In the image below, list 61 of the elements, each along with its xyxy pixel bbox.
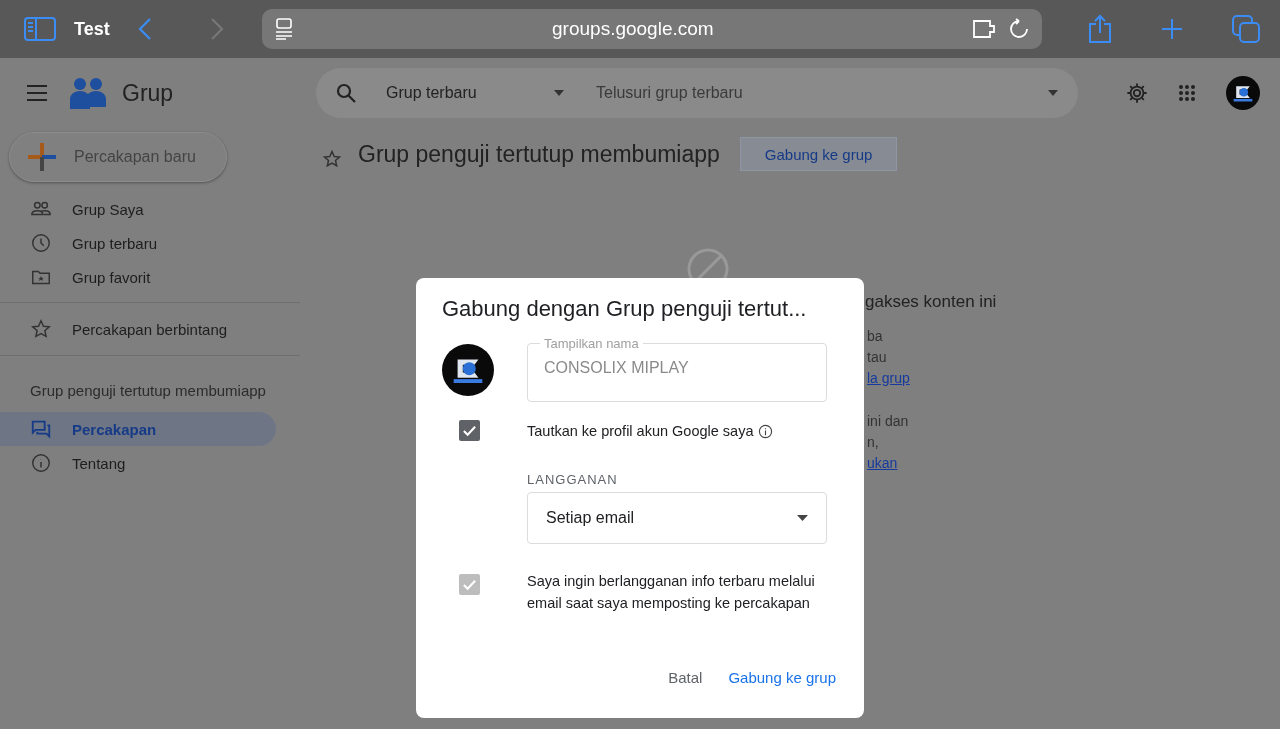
new-tab-icon[interactable] <box>1160 17 1184 41</box>
dropdown-caret-icon[interactable] <box>1048 90 1058 96</box>
notice-text: ba <box>866 327 883 346</box>
notice-heading: gakses konten ini <box>865 292 997 312</box>
app-title: Grup <box>122 79 174 107</box>
account-avatar[interactable] <box>1226 76 1260 110</box>
sidebar-toggle-icon[interactable] <box>24 17 56 41</box>
tabs-icon[interactable] <box>1232 15 1260 43</box>
link[interactable]: la grup <box>865 368 910 389</box>
new-conversation-button[interactable]: Percakapan baru <box>9 132 227 182</box>
link[interactable]: ukan <box>865 453 898 474</box>
search-icon <box>336 83 356 103</box>
nav-item[interactable]: Percakapan berbintang <box>0 311 276 347</box>
chat-icon <box>30 418 52 440</box>
dropdown-caret-icon[interactable] <box>554 90 564 96</box>
nav-item[interactable]: Grup favorit <box>0 260 276 294</box>
info-icon[interactable] <box>757 423 773 439</box>
share-icon[interactable] <box>1088 14 1112 44</box>
nav-item[interactable]: Tentang <box>0 446 276 480</box>
notice-text: n, <box>866 433 879 452</box>
join-button[interactable]: Gabung ke grup <box>720 663 844 692</box>
plus-icon <box>28 143 56 171</box>
star-icon[interactable] <box>322 149 342 169</box>
url-text: groups.google.com <box>551 18 715 40</box>
nav-item[interactable]: Percakapan <box>0 412 276 446</box>
checkbox-label: Saya ingin berlangganan info terbaru melalui email saat saya memposting ke percakapan <box>527 572 816 613</box>
menu-icon[interactable] <box>26 84 48 102</box>
notice-text: ini dan <box>866 412 909 431</box>
dropdown-caret-icon <box>797 515 808 521</box>
check-icon <box>462 423 477 438</box>
reader-icon[interactable] <box>273 18 294 40</box>
nav-item[interactable]: Grup terbaru <box>0 226 276 260</box>
clock-icon <box>30 232 52 254</box>
cancel-button[interactable]: Batal <box>660 663 711 692</box>
name-input[interactable]: CONSOLIX MIPLAY <box>544 351 810 385</box>
group-title: Grup penguji tertutup membumiapp <box>358 140 720 168</box>
checkbox-label: Tautkan ke profil akun Google saya <box>527 420 827 442</box>
address-bar[interactable]: groups.google.com <box>261 9 1042 49</box>
checkbox[interactable] <box>459 420 480 441</box>
star-icon <box>30 318 52 340</box>
extension-icon[interactable] <box>972 18 998 40</box>
group-name: Grup penguji tertutup membumiapp <box>29 381 267 401</box>
profile-avatar <box>442 344 494 396</box>
apps-grid-icon[interactable] <box>1178 84 1196 102</box>
settings-icon[interactable] <box>1126 82 1148 104</box>
info-icon <box>30 452 52 474</box>
field-label: Tampilkan nama <box>543 336 640 351</box>
back-icon[interactable] <box>137 17 152 41</box>
join-group-button[interactable]: Gabung ke grup <box>739 137 898 171</box>
tab-title: Test <box>74 18 110 40</box>
subscription-dropdown[interactable]: Setiap email <box>527 492 827 544</box>
dialog-title: Gabung dengan Grup penguji tertut... <box>442 296 808 322</box>
reload-icon[interactable] <box>1008 18 1030 40</box>
notice-text: tau <box>866 348 887 367</box>
search-field[interactable]: Telusuri grup terbaru <box>594 83 1048 103</box>
search-scope-dropdown[interactable]: Grup terbaru <box>386 84 554 102</box>
name-field[interactable]: Tampilkan nama CONSOLIX MIPLAY <box>527 336 827 402</box>
search-bar[interactable]: Grup terbaru Telusuri grup terbaru <box>316 68 1078 118</box>
nav-item[interactable]: Grup Saya <box>0 192 276 226</box>
groups-logo-icon <box>70 77 106 109</box>
subscription-label: LANGGANAN <box>527 472 618 487</box>
